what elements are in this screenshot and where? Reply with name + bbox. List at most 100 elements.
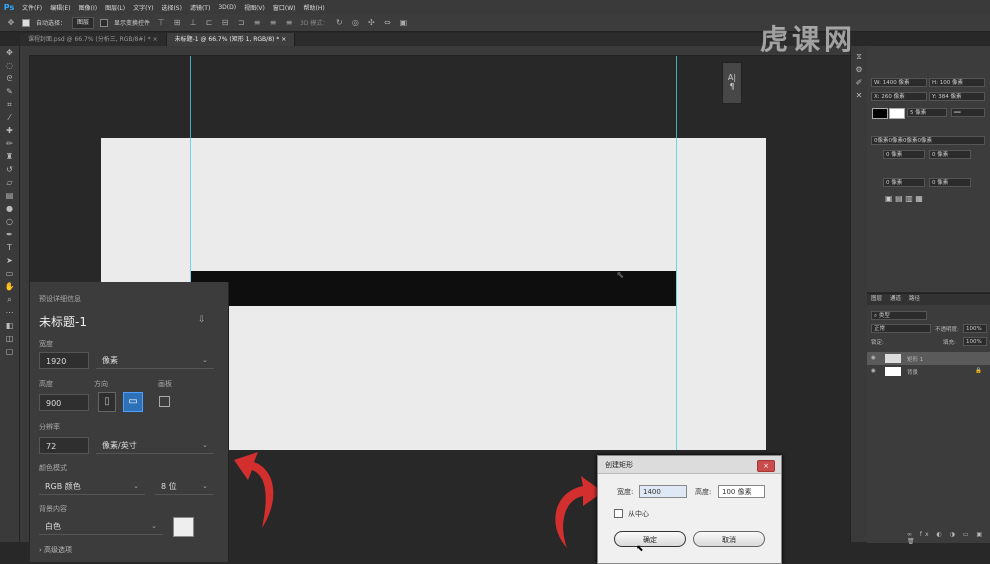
pen-icon[interactable]: ✒ xyxy=(0,228,19,241)
paragraph-icon[interactable]: ¶ xyxy=(723,82,741,91)
corner-bl-field[interactable]: 0 像素 xyxy=(883,178,925,187)
align-middle-icon[interactable]: ⊞ xyxy=(172,18,182,28)
eyedropper-icon[interactable]: ⁄ xyxy=(0,111,19,124)
3d-scale-icon[interactable]: ▣ xyxy=(398,18,408,28)
background-select[interactable]: 白色 ⌄ xyxy=(39,518,163,535)
cancel-button[interactable]: 取消 xyxy=(693,531,765,547)
menu-3d[interactable]: 3D(D) xyxy=(214,4,240,11)
corner-tl-field[interactable]: 0 像素 xyxy=(883,150,925,159)
corner-br-field[interactable]: 0 像素 xyxy=(929,178,971,187)
menu-file[interactable]: 文件(F) xyxy=(18,3,46,12)
menu-help[interactable]: 帮助(H) xyxy=(300,3,329,12)
menu-layer[interactable]: 图层(L) xyxy=(101,3,129,12)
3d-rotate-icon[interactable]: ↻ xyxy=(334,18,344,28)
landscape-icon[interactable]: ▭ xyxy=(123,392,143,412)
blur-icon[interactable]: ● xyxy=(0,202,19,215)
menu-image[interactable]: 图像(I) xyxy=(75,3,101,12)
shape-x-field[interactable]: X: 260 像素 xyxy=(871,92,927,101)
zoom-icon[interactable]: ⌕ xyxy=(0,293,19,306)
move-icon[interactable]: ✥ xyxy=(0,46,19,59)
dodge-icon[interactable]: ○ xyxy=(0,215,19,228)
document-canvas-bottom[interactable] xyxy=(228,306,766,450)
rectangle-shape[interactable] xyxy=(191,271,676,306)
screen-mode-icon[interactable]: ▢ xyxy=(0,345,19,358)
3d-pan-icon[interactable]: ✣ xyxy=(366,18,376,28)
height-input[interactable]: 900 xyxy=(39,394,89,411)
eye-icon[interactable]: ◉ xyxy=(871,355,876,361)
tab-channels[interactable]: 通道 xyxy=(890,294,901,305)
align-center-icon[interactable]: ⊟ xyxy=(220,18,230,28)
ok-button[interactable]: 确定 xyxy=(614,531,686,547)
path-operations-icon[interactable]: ▣ ▤ ▥ ▦ xyxy=(885,194,923,203)
align-right-icon[interactable]: ⊐ xyxy=(236,18,246,28)
shape-width-field[interactable]: W: 1400 像素 xyxy=(871,78,927,87)
lasso-icon[interactable]: ᘓ xyxy=(0,72,19,85)
corner-tr-field[interactable]: 0 像素 xyxy=(929,150,971,159)
fill-swatch[interactable] xyxy=(872,108,888,119)
3d-roll-icon[interactable]: ◎ xyxy=(350,18,360,28)
opacity-field[interactable]: 100% xyxy=(963,324,987,333)
3d-slide-icon[interactable]: ⇔ xyxy=(382,18,392,28)
brush-icon[interactable]: ✏ xyxy=(0,137,19,150)
tab-untitled-1[interactable]: 未标题-1 @ 66.7% (矩形 1, RGB/8) * × xyxy=(166,33,296,46)
stroke-type-select[interactable]: ━━ xyxy=(951,108,985,117)
artboard-checkbox[interactable] xyxy=(159,396,170,407)
bit-depth-select[interactable]: 8 位 ⌄ xyxy=(155,478,214,495)
shape-height-field[interactable]: H: 100 像素 xyxy=(929,78,985,87)
advanced-options-toggle[interactable]: › 高级选项 xyxy=(39,545,72,555)
close-button[interactable]: × xyxy=(757,460,775,472)
vertical-guide[interactable] xyxy=(676,56,677,450)
align-top-icon[interactable]: ⊤ xyxy=(156,18,166,28)
stroke-size-field[interactable]: 5 像素 xyxy=(907,108,947,117)
align-bottom-icon[interactable]: ⊥ xyxy=(188,18,198,28)
background-color-swatch[interactable] xyxy=(173,517,194,537)
fill-field[interactable]: 100% xyxy=(963,337,987,346)
adjustments-icon[interactable]: ⚙ xyxy=(851,63,867,76)
distribute-center-icon[interactable]: ≡ xyxy=(268,18,278,28)
menu-window[interactable]: 窗口(W) xyxy=(269,3,300,12)
dialog-height-input[interactable]: 100 像素 xyxy=(718,485,765,498)
marquee-icon[interactable]: ◌ xyxy=(0,59,19,72)
rectangle-icon[interactable]: ▭ xyxy=(0,267,19,280)
gradient-icon[interactable]: ▤ xyxy=(0,189,19,202)
width-unit-select[interactable]: 像素 ⌄ xyxy=(96,352,214,369)
path-select-icon[interactable]: ➤ xyxy=(0,254,19,267)
horizontal-ruler[interactable] xyxy=(20,46,850,56)
show-transform-checkbox[interactable] xyxy=(100,18,109,27)
menu-filter[interactable]: 滤镜(T) xyxy=(186,3,214,12)
distribute-bottom-icon[interactable]: ≡ xyxy=(284,18,294,28)
more-tools-icon[interactable]: ⋯ xyxy=(0,306,19,319)
auto-select-checkbox[interactable] xyxy=(22,18,30,27)
menu-select[interactable]: 选择(S) xyxy=(157,3,186,12)
from-center-checkbox[interactable] xyxy=(614,509,623,518)
type-icon[interactable]: T xyxy=(0,241,19,254)
blend-mode-select[interactable]: 正常 xyxy=(871,324,931,333)
color-swatches-icon[interactable]: ◧ xyxy=(0,319,19,332)
vertical-ruler[interactable] xyxy=(20,55,30,542)
hand-icon[interactable]: ✋ xyxy=(0,280,19,293)
tab-course-cover[interactable]: 课程封面.psd @ 66.7% (分析三, RGB/8#) * × xyxy=(20,33,167,46)
quick-select-icon[interactable]: ✎ xyxy=(0,85,19,98)
close-icon[interactable]: × xyxy=(281,36,286,43)
tab-layers[interactable]: 图层 xyxy=(871,294,882,305)
layer-row-rectangle[interactable]: ◉ 矩形 1 xyxy=(867,352,990,365)
eye-icon[interactable]: ◉ xyxy=(871,368,876,374)
stroke-swatch[interactable] xyxy=(889,108,905,119)
width-input[interactable]: 1920 xyxy=(39,352,89,369)
healing-icon[interactable]: ✚ xyxy=(0,124,19,137)
save-preset-icon[interactable]: ⇩ xyxy=(198,315,206,325)
quick-mask-icon[interactable]: ◫ xyxy=(0,332,19,345)
tab-paths[interactable]: 路径 xyxy=(909,294,920,305)
character-icon[interactable]: A| xyxy=(723,73,741,82)
move-tool-icon[interactable]: ✥ xyxy=(6,18,16,28)
document-canvas-right[interactable] xyxy=(676,271,766,306)
document-name[interactable]: 未标题-1 xyxy=(39,313,87,330)
distribute-top-icon[interactable]: ≡ xyxy=(252,18,262,28)
tools-preset-icon[interactable]: ✕ xyxy=(851,89,867,102)
auto-select-dropdown[interactable]: 图层 xyxy=(72,16,95,29)
crop-icon[interactable]: ⌗ xyxy=(0,98,19,111)
corner-radius-summary[interactable]: 0像素0像素0像素0像素 xyxy=(871,136,985,145)
dialog-width-input[interactable]: 1400 xyxy=(639,485,687,498)
history-brush-icon[interactable]: ↺ xyxy=(0,163,19,176)
shape-y-field[interactable]: Y: 384 像素 xyxy=(929,92,985,101)
